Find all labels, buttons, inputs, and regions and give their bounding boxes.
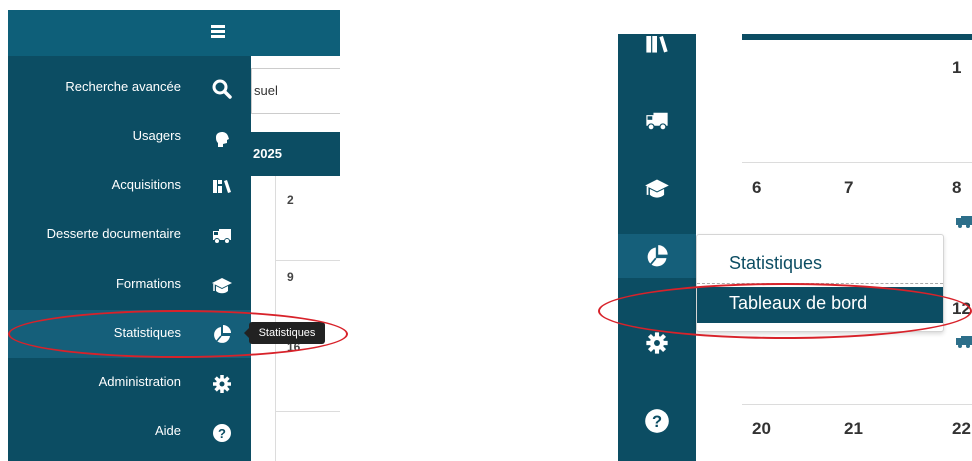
pie-chart-icon[interactable] — [644, 244, 670, 270]
top-bar — [8, 10, 340, 56]
gear-icon[interactable] — [644, 330, 670, 356]
calendar-content: suel 2025 2 9 16 — [251, 56, 340, 461]
sidebar-item-label: Administration — [98, 374, 181, 389]
calendar-day[interactable]: 1 — [952, 58, 961, 78]
sidebar-item-label: Usagers — [132, 128, 181, 143]
sidebar-item-usagers[interactable]: Usagers — [8, 113, 251, 161]
sidebar-item-aide[interactable]: Aide ? — [8, 408, 251, 456]
gear-icon — [213, 375, 231, 393]
calendar-day[interactable]: 6 — [752, 178, 761, 198]
calendar-day[interactable]: 7 — [844, 178, 853, 198]
view-select-value: suel — [254, 83, 278, 98]
calendar-header: 2025 — [251, 132, 340, 176]
sidebar-menu: Recherche avancée Usagers Acquisitions D… — [8, 56, 251, 461]
truck-icon[interactable] — [956, 214, 972, 228]
truck-icon[interactable] — [644, 108, 670, 134]
sidebar-item-label: Recherche avancée — [65, 79, 181, 94]
graduation-cap-icon[interactable] — [644, 176, 670, 202]
left-screenshot-panel: Recherche avancée Usagers Acquisitions D… — [8, 10, 340, 461]
sidebar-item-label: Acquisitions — [111, 177, 181, 192]
view-select[interactable]: suel — [251, 68, 340, 114]
hamburger-menu-icon[interactable] — [205, 18, 231, 44]
highlight-ellipse — [598, 283, 972, 339]
truck-icon[interactable] — [956, 334, 972, 348]
right-screenshot-panel: ? 1 6 7 8 12 20 21 22 Statistiques Table… — [618, 34, 972, 461]
books-icon — [213, 180, 231, 193]
sidebar-item-label: Desserte documentaire — [46, 226, 181, 241]
calendar-day[interactable]: 21 — [844, 419, 863, 439]
sidebar-item-formations[interactable]: Formations — [8, 261, 251, 309]
calendar-day[interactable]: 22 — [952, 419, 971, 439]
search-icon — [212, 79, 232, 99]
calendar-day[interactable]: 2 — [287, 193, 294, 207]
sidebar-item-administration[interactable]: Administration — [8, 359, 251, 407]
calendar-header-bar — [742, 34, 972, 40]
sidebar-item-recherche-avancee[interactable]: Recherche avancée — [8, 64, 251, 112]
help-icon[interactable]: ? — [644, 408, 670, 434]
graduation-cap-icon — [212, 278, 232, 294]
calendar-day[interactable]: 9 — [287, 270, 294, 284]
calendar-year: 2025 — [253, 146, 282, 161]
sidebar-item-desserte-documentaire[interactable]: Desserte documentaire — [8, 211, 251, 259]
help-icon: ? — [213, 424, 231, 442]
highlight-ellipse — [8, 310, 348, 358]
books-icon[interactable] — [644, 36, 670, 62]
svg-text:?: ? — [218, 426, 226, 441]
sidebar-item-label: Formations — [115, 276, 181, 291]
user-head-icon — [216, 131, 229, 147]
sidebar-item-label: Aide — [154, 423, 181, 438]
collapsed-sidebar: ? — [618, 34, 696, 461]
truck-icon — [213, 229, 231, 244]
calendar-day[interactable]: 20 — [752, 419, 771, 439]
calendar-day[interactable]: 8 — [952, 178, 961, 198]
svg-text:?: ? — [652, 412, 662, 431]
submenu-title[interactable]: Statistiques — [729, 253, 822, 274]
sidebar-item-acquisitions[interactable]: Acquisitions — [8, 162, 251, 210]
